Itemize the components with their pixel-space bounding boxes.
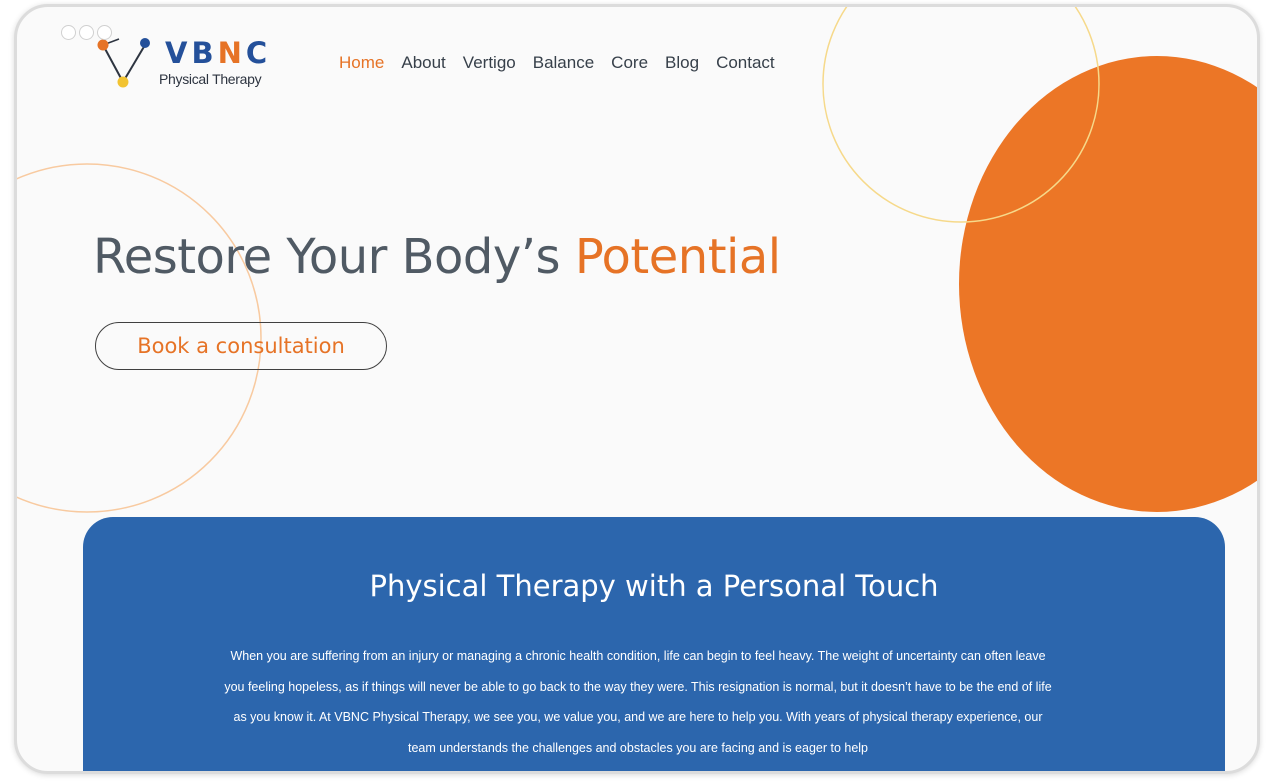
molecule-logo-icon <box>97 38 150 88</box>
section-title: Physical Therapy with a Personal Touch <box>369 569 939 603</box>
nav-item-vertigo[interactable]: Vertigo <box>463 53 516 73</box>
browser-frame: VBNC Physical Therapy Home About Vertigo… <box>14 4 1260 774</box>
nav-item-core[interactable]: Core <box>611 53 648 73</box>
window-control-dot[interactable] <box>61 25 76 40</box>
window-control-dot[interactable] <box>97 25 112 40</box>
hero-title-highlight: Potential <box>574 229 781 285</box>
brand-name: VBNC <box>165 36 272 70</box>
brand-subtitle: Physical Therapy <box>159 71 262 87</box>
orange-blob-shape <box>959 56 1257 512</box>
section-body: When you are suffering from an injury or… <box>224 649 1052 755</box>
nav-item-home[interactable]: Home <box>339 53 384 73</box>
intro-section: Physical Therapy with a Personal Touch W… <box>83 517 1225 771</box>
main-nav: Home About Vertigo Balance Core Blog Con… <box>339 53 775 73</box>
brand-logo[interactable]: VBNC Physical Therapy <box>89 35 289 95</box>
hero-title: Restore Your Body’s Potential <box>93 229 781 285</box>
nav-item-balance[interactable]: Balance <box>533 53 594 73</box>
nav-item-about[interactable]: About <box>401 53 445 73</box>
window-control-dot[interactable] <box>79 25 94 40</box>
nav-item-blog[interactable]: Blog <box>665 53 699 73</box>
window-controls <box>61 25 112 40</box>
book-consultation-button[interactable]: Book a consultation <box>95 322 387 370</box>
hero-title-text: Restore Your Body’s <box>93 229 575 285</box>
nav-item-contact[interactable]: Contact <box>716 53 775 73</box>
